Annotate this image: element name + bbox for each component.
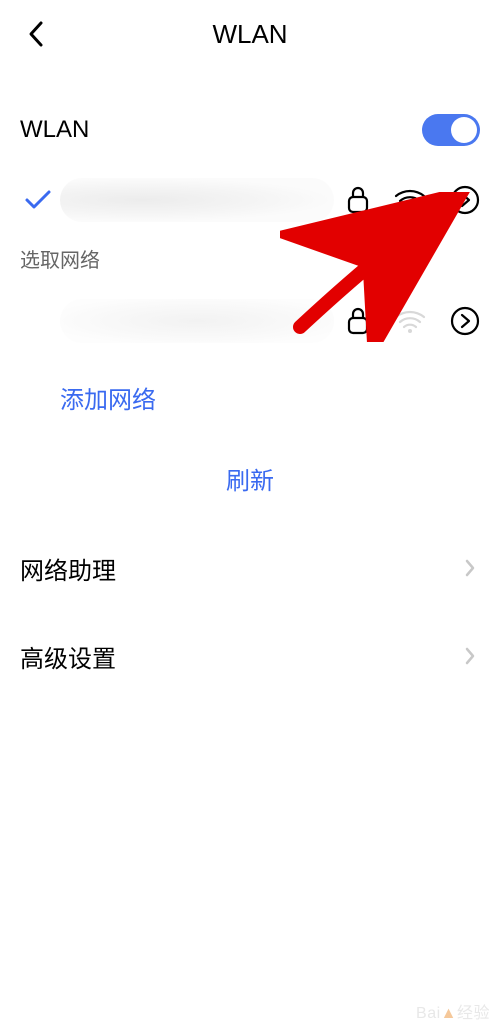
wlan-label: WLAN (20, 116, 422, 144)
refresh-label: 刷新 (226, 468, 274, 495)
back-button[interactable] (16, 14, 56, 54)
chevron-right-icon (464, 646, 476, 666)
wlan-toggle[interactable] (422, 114, 480, 146)
lock-icon (346, 185, 370, 215)
connected-network-row[interactable] (0, 160, 500, 240)
available-network-row[interactable] (0, 281, 500, 361)
wlan-toggle-row: WLAN (0, 100, 500, 160)
advanced-settings-label: 高级设置 (20, 639, 116, 674)
add-network-label: 添加网络 (60, 380, 156, 415)
checkmark-icon (24, 189, 52, 211)
refresh-button[interactable]: 刷新 (0, 433, 500, 524)
network-assistant-label: 网络助理 (20, 551, 116, 586)
toggle-knob (451, 117, 477, 143)
watermark: Bai▲经验 (416, 999, 490, 1023)
chevron-right-icon (464, 558, 476, 578)
connected-ssid-hidden (60, 178, 334, 222)
chevron-left-icon (27, 20, 45, 48)
advanced-settings-row[interactable]: 高级设置 (0, 612, 500, 700)
add-network-row[interactable]: 添加网络 (0, 361, 500, 433)
wifi-weak-icon (394, 309, 426, 333)
wifi-icon (394, 188, 426, 212)
detail-chevron-icon[interactable] (450, 306, 480, 336)
detail-chevron-icon[interactable] (450, 185, 480, 215)
network-assistant-row[interactable]: 网络助理 (0, 524, 500, 612)
lock-icon (346, 306, 370, 336)
choose-network-label: 选取网络 (0, 240, 500, 281)
available-ssid-hidden (60, 299, 334, 343)
page-title: WLAN (212, 19, 287, 50)
